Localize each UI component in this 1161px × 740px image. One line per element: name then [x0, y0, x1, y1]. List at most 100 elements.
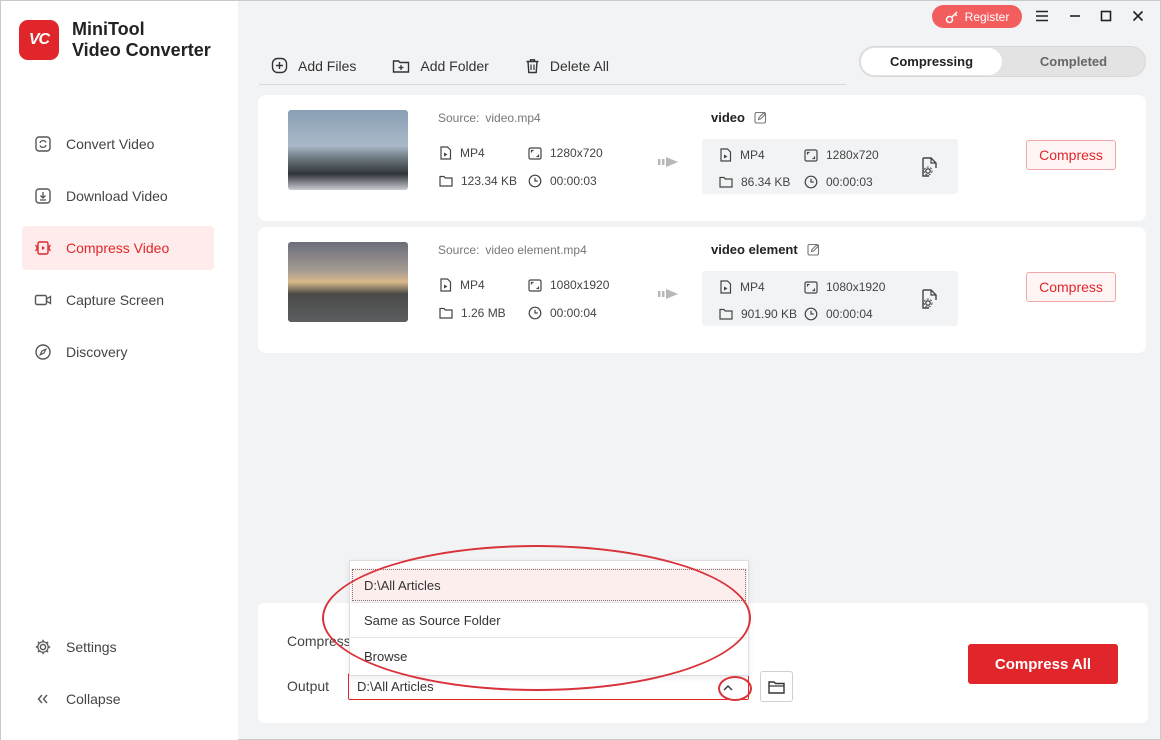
- folder-icon: [439, 175, 453, 187]
- resolution-icon: [804, 148, 818, 162]
- file-video-icon: [439, 146, 452, 160]
- edit-icon[interactable]: [754, 111, 767, 124]
- source-format: MP4: [439, 278, 485, 292]
- download-icon: [34, 187, 52, 205]
- double-chevron-left-icon: [34, 690, 52, 708]
- open-folder-button[interactable]: [760, 671, 793, 702]
- sidebar-item-label: Discovery: [66, 344, 128, 360]
- source-resolution: 1280x720: [528, 146, 603, 160]
- file-card: Source: video.mp4 MP4 1280x720 123.34 KB …: [258, 95, 1146, 221]
- output-path-value: D:\All Articles: [357, 679, 434, 694]
- output-label: Output: [287, 678, 330, 694]
- source-resolution-value: 1080x1920: [550, 278, 610, 292]
- logo-badge: VC: [19, 20, 59, 60]
- annotation-ellipse: [322, 545, 751, 691]
- source-line: Source: video.mp4: [438, 111, 541, 125]
- add-files-button[interactable]: Add Files: [271, 57, 356, 74]
- source-format: MP4: [439, 146, 485, 160]
- file-video-icon: [439, 278, 452, 292]
- hamburger-icon[interactable]: [1032, 6, 1052, 26]
- app-name-line2: Video Converter: [72, 40, 211, 60]
- sidebar-item-discovery[interactable]: Discovery: [22, 330, 214, 374]
- compass-icon: [34, 343, 52, 361]
- output-name: video: [711, 110, 767, 125]
- sidebar-item-download-video[interactable]: Download Video: [22, 174, 214, 218]
- edit-icon[interactable]: [807, 243, 820, 256]
- app-logo: VC MiniTool Video Converter: [19, 19, 211, 61]
- source-line: Source: video element.mp4: [438, 243, 587, 257]
- folder-icon: [719, 176, 733, 188]
- convert-arrow-icon: [658, 285, 680, 308]
- output-size: 901.90 KB: [719, 307, 797, 321]
- tab-completed[interactable]: Completed: [1003, 48, 1144, 75]
- folder-icon: [439, 307, 453, 319]
- sidebar-item-label: Settings: [66, 639, 117, 655]
- sidebar-item-label: Convert Video: [66, 136, 155, 152]
- app-window: VC MiniTool Video Converter Convert Vide…: [0, 0, 1161, 740]
- maximize-icon[interactable]: [1096, 6, 1116, 26]
- output-settings-box: MP4 1280x720 86.34 KB 00:00:03: [702, 139, 958, 194]
- folder-icon: [719, 308, 733, 320]
- output-settings-box: MP4 1080x1920 901.90 KB 00:00:04: [702, 271, 958, 326]
- output-resolution-value: 1280x720: [826, 148, 879, 162]
- output-duration: 00:00:03: [804, 175, 873, 189]
- compress-button[interactable]: Compress: [1026, 272, 1116, 302]
- key-icon: [945, 10, 959, 24]
- source-size-value: 1.26 MB: [461, 306, 506, 320]
- clock-icon: [528, 306, 542, 320]
- sidebar-item-settings[interactable]: Settings: [22, 625, 214, 669]
- video-thumbnail: [288, 242, 408, 322]
- sidebar-bottom: Settings Collapse: [22, 625, 214, 729]
- source-label: Source:: [438, 111, 480, 125]
- delete-all-button[interactable]: Delete All: [525, 58, 609, 74]
- file-video-icon: [719, 148, 732, 162]
- sidebar-nav: Convert Video Download Video Compress Vi…: [22, 122, 214, 382]
- add-folder-button[interactable]: Add Folder: [392, 57, 489, 74]
- register-button[interactable]: Register: [932, 5, 1022, 28]
- delete-all-label: Delete All: [549, 57, 609, 74]
- output-name-value: video: [711, 110, 745, 125]
- output-size-value: 86.34 KB: [741, 175, 791, 189]
- app-name-line1: MiniTool: [72, 19, 145, 39]
- source-duration-value: 00:00:03: [550, 174, 597, 188]
- resolution-icon: [528, 278, 542, 292]
- sidebar-item-label: Download Video: [66, 188, 168, 204]
- output-size: 86.34 KB: [719, 175, 790, 189]
- output-resolution: 1080x1920: [804, 280, 885, 294]
- sidebar-item-label: Capture Screen: [66, 292, 165, 308]
- toolbar: Add Files Add Folder Delete All: [259, 47, 846, 85]
- minimize-icon[interactable]: [1065, 6, 1085, 26]
- sidebar-item-capture-screen[interactable]: Capture Screen: [22, 278, 214, 322]
- output-format-value: MP4: [740, 148, 765, 162]
- add-folder-label: Add Folder: [420, 57, 489, 74]
- sidebar: VC MiniTool Video Converter Convert Vide…: [1, 1, 238, 740]
- sidebar-item-label: Collapse: [66, 691, 121, 707]
- clock-icon: [528, 174, 542, 188]
- output-duration-value: 00:00:04: [826, 307, 873, 321]
- close-icon[interactable]: [1128, 6, 1148, 26]
- source-size-value: 123.34 KB: [461, 174, 518, 188]
- resolution-icon: [804, 280, 818, 294]
- compress-settings-icon[interactable]: [920, 288, 940, 315]
- compress-settings-icon[interactable]: [920, 156, 940, 183]
- source-duration-value: 00:00:04: [550, 306, 597, 320]
- output-name: video element: [711, 242, 820, 257]
- tab-compressing[interactable]: Compressing: [861, 48, 1002, 75]
- compress-all-button[interactable]: Compress All: [968, 644, 1118, 684]
- source-size: 1.26 MB: [439, 306, 506, 320]
- source-duration: 00:00:04: [528, 306, 597, 320]
- register-label: Register: [964, 9, 1010, 24]
- add-folder-icon: [392, 58, 410, 74]
- compress-icon: [34, 239, 52, 257]
- source-duration: 00:00:03: [528, 174, 597, 188]
- clock-icon: [804, 307, 818, 321]
- sidebar-item-convert-video[interactable]: Convert Video: [22, 122, 214, 166]
- sidebar-item-label: Compress Video: [66, 240, 170, 256]
- sidebar-item-collapse[interactable]: Collapse: [22, 677, 214, 721]
- source-format-value: MP4: [460, 278, 485, 292]
- compress-button[interactable]: Compress: [1026, 140, 1116, 170]
- source-label: Source:: [438, 243, 480, 257]
- sidebar-item-compress-video[interactable]: Compress Video: [22, 226, 214, 270]
- source-name: video.mp4: [485, 111, 541, 125]
- folder-icon: [768, 680, 785, 694]
